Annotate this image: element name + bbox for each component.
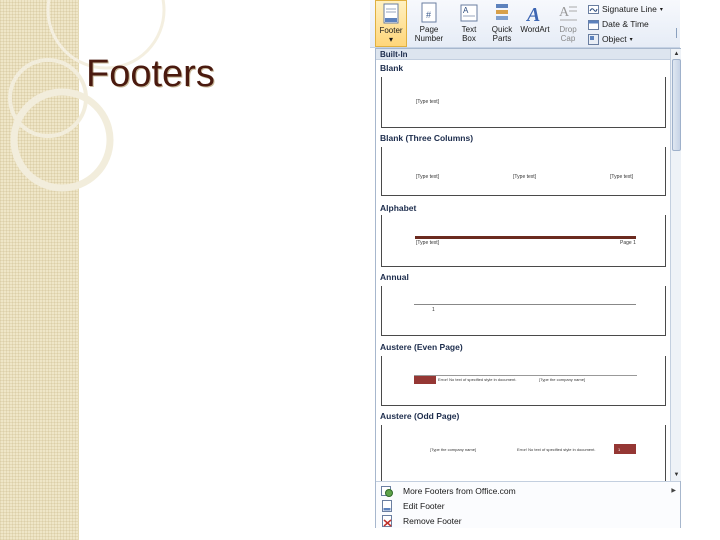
gallery-item-blank[interactable]: [Type text]	[381, 77, 666, 128]
footer-gallery: Built-In Blank [Type text] Blank (Three …	[375, 48, 681, 528]
chevron-right-icon: ▶	[671, 488, 676, 494]
svg-text:A: A	[463, 6, 469, 15]
gallery-item-label: Austere (Even Page)	[380, 342, 463, 352]
gallery-item-label: Austere (Odd Page)	[380, 411, 460, 421]
wordart-icon: A	[525, 4, 540, 24]
placeholder-text: [Type the company name]	[539, 377, 586, 382]
remove-footer-menu-item[interactable]: Remove Footer	[376, 513, 680, 528]
text-box-button[interactable]: A Text Box	[454, 0, 484, 47]
ribbon-separator	[676, 28, 679, 38]
page-number-label: Page Number	[414, 25, 444, 43]
object-label: Object	[602, 34, 627, 44]
annual-rule	[414, 304, 636, 305]
signature-line-label: Signature Line	[602, 4, 657, 14]
insert-ribbon: Footer ▾ # Page Number A Text Box Quick …	[370, 0, 680, 48]
gallery-item-label: Blank (Three Columns)	[380, 133, 474, 143]
chevron-down-icon: ▾	[659, 6, 663, 13]
signature-line-button[interactable]: Signature Line ▾	[588, 2, 663, 16]
svg-text:#: #	[426, 10, 431, 20]
footer-icon	[383, 3, 399, 24]
gallery-scrollbar[interactable]: ▲ ▼	[670, 49, 681, 481]
placeholder-text: [Type text]	[416, 174, 440, 180]
date-time-button[interactable]: Date & Time	[588, 17, 649, 31]
calendar-icon	[588, 19, 599, 30]
gallery-item-label: Alphabet	[380, 203, 417, 213]
quick-parts-button[interactable]: Quick Parts	[487, 0, 517, 47]
scroll-down-icon[interactable]: ▼	[672, 471, 681, 479]
remove-footer-label: Remove Footer	[403, 515, 462, 526]
placeholder-text: Error! No text of specified style in doc…	[517, 447, 596, 452]
text-box-label: Text Box	[461, 25, 477, 43]
scroll-up-icon[interactable]: ▲	[672, 50, 681, 58]
edit-footer-menu-item[interactable]: Edit Footer	[376, 498, 680, 513]
placeholder-text: Error! No text of specified style in doc…	[438, 377, 517, 382]
quick-parts-icon	[496, 4, 508, 20]
placeholder-text: 1	[618, 447, 621, 452]
placeholder-text: [Type text]	[610, 174, 634, 180]
remove-footer-icon	[382, 514, 392, 527]
gallery-section-header: Built-In	[376, 49, 670, 60]
drop-cap-button[interactable]: A Drop Cap	[554, 0, 582, 47]
placeholder-text: Page 1	[620, 240, 636, 246]
gallery-item-blank-three-columns[interactable]: [Type text] [Type text] [Type text]	[381, 147, 666, 196]
footer-button[interactable]: Footer ▾	[375, 0, 407, 47]
drop-cap-icon: A	[559, 5, 577, 21]
alphabet-rule	[415, 236, 636, 239]
text-box-icon: A	[460, 4, 478, 22]
gallery-item-austere-odd[interactable]: [Type the company name] Error! No text o…	[381, 425, 666, 481]
quick-parts-label: Quick Parts	[491, 25, 513, 43]
placeholder-text: [Type text]	[416, 99, 440, 105]
gallery-menu: More Footers from Office.com ▶ Edit Foot…	[376, 481, 680, 528]
page-number-block	[414, 376, 436, 384]
placeholder-text: [Type the company name]	[430, 447, 477, 452]
gallery-item-label: Blank	[380, 63, 404, 73]
edit-footer-icon	[382, 499, 392, 512]
drop-cap-label: Drop Cap	[559, 25, 577, 43]
page-number-button[interactable]: # Page Number	[412, 0, 446, 47]
wordart-label: WordArt	[520, 25, 550, 34]
office-online-icon	[381, 485, 393, 497]
gallery-item-austere-even[interactable]: Error! No text of specified style in doc…	[381, 356, 666, 406]
more-footers-label: More Footers from Office.com	[403, 485, 516, 496]
chevron-down-icon: ▾	[388, 35, 393, 44]
object-button[interactable]: Object ▾	[588, 32, 633, 46]
signature-line-icon	[588, 4, 599, 14]
placeholder-text: [Type text]	[416, 240, 440, 246]
placeholder-text: 1	[432, 307, 435, 313]
edit-footer-label: Edit Footer	[403, 500, 445, 511]
wordart-button[interactable]: A WordArt	[518, 0, 552, 47]
svg-text:A: A	[525, 4, 540, 24]
object-icon	[588, 33, 599, 45]
date-time-label: Date & Time	[602, 19, 649, 29]
austere-rule	[414, 375, 637, 376]
gallery-item-label: Annual	[380, 272, 409, 282]
footer-label: Footer	[379, 26, 403, 35]
page-number-icon: #	[421, 2, 437, 23]
gallery-item-annual[interactable]: 1	[381, 286, 666, 336]
slide-title: Footers	[86, 53, 215, 95]
more-footers-menu-item[interactable]: More Footers from Office.com ▶	[376, 483, 680, 498]
gallery-item-alphabet[interactable]: [Type text] Page 1	[381, 215, 666, 267]
svg-text:A: A	[559, 5, 570, 20]
placeholder-text: [Type text]	[513, 174, 537, 180]
decorative-circles	[8, 0, 166, 192]
chevron-down-icon: ▾	[629, 36, 633, 43]
scrollbar-thumb[interactable]	[672, 59, 681, 151]
